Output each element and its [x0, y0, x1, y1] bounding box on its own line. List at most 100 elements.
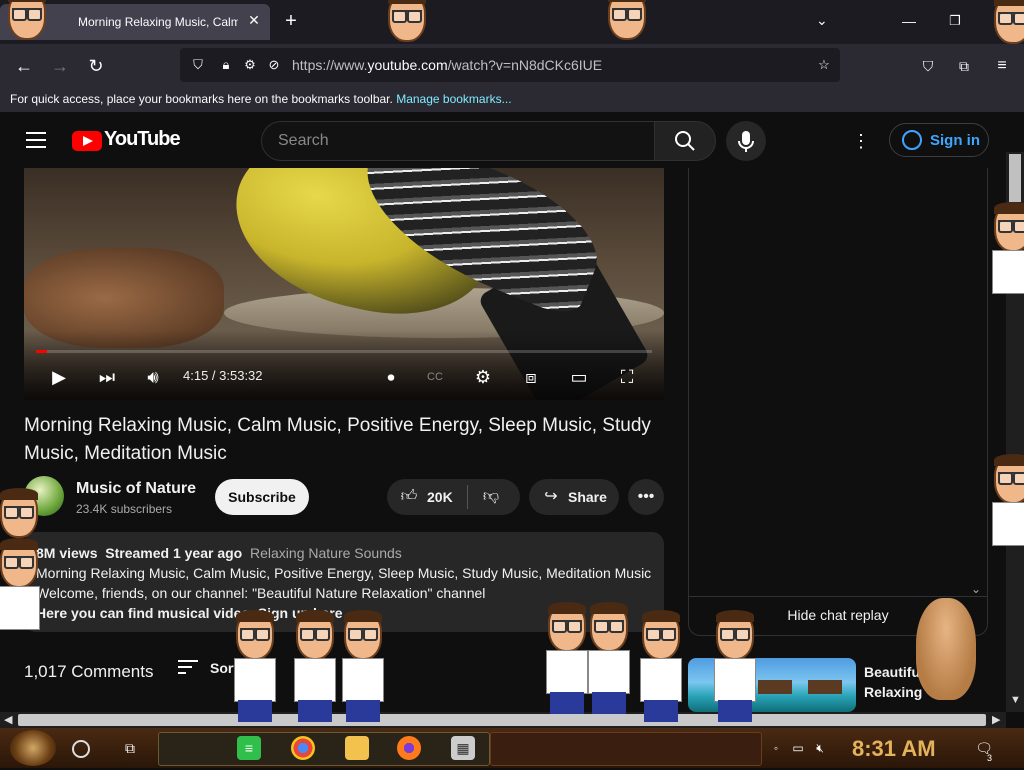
- reload-icon[interactable]: ↻: [84, 54, 108, 78]
- chevron-down-icon[interactable]: ⌄: [971, 582, 981, 596]
- video-time: 4:15 / 3:53:32: [183, 368, 263, 383]
- play-icon[interactable]: ▶: [46, 364, 72, 390]
- notes-app-icon[interactable]: ≡: [237, 736, 261, 760]
- hamster-sticker: [916, 598, 976, 700]
- description-tag[interactable]: Relaxing Nature Sounds: [250, 545, 402, 561]
- description-meta: 8M views Streamed 1 year ago Relaxing Na…: [36, 545, 402, 561]
- taskbar: ⧉ ≡ ▦ ◦ ▭ 🔇︎ 8:31 AM 🗨︎ 3: [0, 728, 1024, 768]
- search-box[interactable]: [261, 121, 655, 161]
- lock-icon[interactable]: 🔒︎: [218, 57, 234, 73]
- hank-sticker: [986, 454, 1024, 566]
- hank-sticker: [634, 610, 684, 722]
- browser-nav-bar: ← → ↻ ⛉ 🔒︎ ⚙ ⊘ https://www.youtube.com/w…: [0, 44, 1024, 86]
- network-icon[interactable]: ▭: [790, 740, 806, 756]
- pinned-apps-area: ≡ ▦: [158, 732, 490, 766]
- sort-icon[interactable]: [178, 660, 198, 676]
- bookmarks-hint: For quick access, place your bookmarks h…: [10, 92, 512, 106]
- firefox-icon[interactable]: [397, 736, 421, 760]
- theater-mode-icon[interactable]: ▭: [566, 364, 592, 390]
- thumbs-up-icon[interactable]: 👍︎: [399, 487, 419, 507]
- stream-date: Streamed 1 year ago: [105, 545, 243, 561]
- permissions-icon[interactable]: ⚙: [242, 57, 258, 73]
- miniplayer-icon[interactable]: ⧈: [518, 364, 544, 390]
- new-tab-icon[interactable]: +: [280, 10, 302, 32]
- description-line: Welcome, friends, on our channel: "Beaut…: [36, 585, 486, 601]
- scroll-right-arrow-icon[interactable]: ▶: [992, 713, 1000, 726]
- sign-in-label: Sign in: [930, 132, 980, 149]
- calculator-icon[interactable]: ▦: [451, 736, 475, 760]
- forward-arrow-icon[interactable]: →: [48, 54, 72, 78]
- volume-icon[interactable]: 🔊︎: [140, 364, 166, 390]
- extensions-icon[interactable]: ⧉: [952, 54, 976, 78]
- vertical-scrollbar-thumb[interactable]: [1009, 154, 1021, 202]
- captions-icon[interactable]: CC: [422, 364, 448, 390]
- scroll-down-arrow-icon[interactable]: ▼: [1010, 694, 1021, 706]
- progress-bar[interactable]: [36, 350, 652, 353]
- search-button[interactable]: [654, 121, 716, 161]
- thumbs-down-icon[interactable]: 👎︎: [481, 487, 501, 507]
- hank-sticker: [986, 202, 1024, 314]
- like-count[interactable]: 20K: [427, 489, 453, 505]
- subscribe-button[interactable]: Subscribe: [215, 479, 309, 515]
- settings-gear-icon[interactable]: ⚙: [470, 364, 496, 390]
- url-text[interactable]: https://www.youtube.com/watch?v=nN8dCKc6…: [292, 57, 602, 73]
- shield-icon[interactable]: ⛉: [190, 57, 206, 73]
- window-minimize-icon[interactable]: —: [898, 10, 920, 32]
- channel-name[interactable]: Music of Nature: [76, 480, 196, 498]
- taskbar-clock[interactable]: 8:31 AM: [852, 736, 936, 762]
- youtube-logo-text[interactable]: YouTube: [104, 128, 181, 151]
- fullscreen-icon[interactable]: ⛶: [614, 364, 640, 390]
- horizontal-scrollbar-thumb[interactable]: [18, 714, 986, 726]
- horizontal-scrollbar[interactable]: ◀ ▶: [0, 712, 1006, 728]
- thumbnail-hut: [808, 680, 842, 694]
- share-arrow-icon: ↪: [544, 488, 558, 505]
- share-label: Share: [568, 489, 607, 505]
- browser-tab-bar: Morning Relaxing Music, Calm ✕ + ⌄ — ❐: [0, 0, 1024, 44]
- tab-close-icon[interactable]: ✕: [246, 12, 262, 28]
- hank-sticker: [380, 0, 430, 104]
- microphone-icon: [738, 131, 754, 152]
- hank-sticker: [288, 610, 338, 722]
- autoplay-toggle-icon[interactable]: ⏺: [376, 364, 406, 390]
- like-divider: [467, 485, 468, 509]
- start-button-icon[interactable]: [10, 730, 56, 766]
- notification-center-icon[interactable]: 🗨︎ 3: [972, 736, 996, 763]
- url-prefix: https://www.: [292, 57, 368, 73]
- youtube-logo-icon[interactable]: [72, 131, 102, 151]
- video-title: Morning Relaxing Music, Calm Music, Posi…: [24, 415, 651, 464]
- pocket-icon[interactable]: ⛉: [916, 54, 940, 78]
- live-chat-panel: ⌄ Hide chat replay: [688, 168, 988, 636]
- task-view-icon[interactable]: ⧉: [118, 736, 142, 760]
- scroll-left-arrow-icon[interactable]: ◀: [4, 713, 12, 726]
- tab-title: Morning Relaxing Music, Calm: [78, 15, 238, 29]
- hank-sticker: [228, 610, 278, 722]
- address-bar[interactable]: ⛉ 🔒︎ ⚙ ⊘ https://www.youtube.com/watch?v…: [180, 48, 840, 82]
- share-button[interactable]: ↪ Share: [529, 479, 619, 515]
- next-icon[interactable]: ⏭: [94, 364, 120, 390]
- more-actions-icon[interactable]: •••: [628, 479, 664, 515]
- comments-count: 1,017 Comments: [24, 662, 154, 681]
- youtube-header: YouTube ⋮ Sign in: [0, 114, 1024, 168]
- voice-search-button[interactable]: [726, 121, 766, 161]
- video-player[interactable]: ▶ ⏭ 🔊︎ 4:15 / 3:53:32 ⏺ CC ⚙ ⧈ ▭ ⛶: [24, 168, 664, 400]
- bookmarks-hint-text: For quick access, place your bookmarks h…: [10, 92, 393, 106]
- autoplay-blocked-icon[interactable]: ⊘: [266, 57, 282, 73]
- sign-in-button[interactable]: Sign in: [889, 123, 989, 157]
- file-explorer-icon[interactable]: [345, 736, 369, 760]
- list-tabs-chevron-icon[interactable]: ⌄: [816, 12, 836, 32]
- like-dislike-group: 👍︎ 20K 👎︎: [387, 479, 520, 515]
- description-line: Morning Relaxing Music, Calm Music, Posi…: [36, 565, 652, 581]
- thumbnail-hut: [758, 680, 792, 694]
- chrome-icon[interactable]: [291, 736, 315, 760]
- volume-muted-icon[interactable]: 🔇︎: [812, 740, 828, 756]
- settings-kebab-icon[interactable]: ⋮: [852, 130, 870, 152]
- window-restore-icon[interactable]: ❐: [944, 10, 966, 32]
- bookmark-star-icon[interactable]: ☆: [816, 57, 832, 73]
- guide-menu-icon[interactable]: [26, 132, 46, 148]
- search-circle-icon[interactable]: [72, 740, 90, 758]
- hank-sticker: [582, 602, 632, 714]
- search-input[interactable]: [276, 130, 640, 152]
- tray-expand-icon[interactable]: ◦: [768, 740, 784, 756]
- subscriber-count: 23.4K subscribers: [76, 502, 173, 516]
- hank-sticker: [708, 610, 758, 722]
